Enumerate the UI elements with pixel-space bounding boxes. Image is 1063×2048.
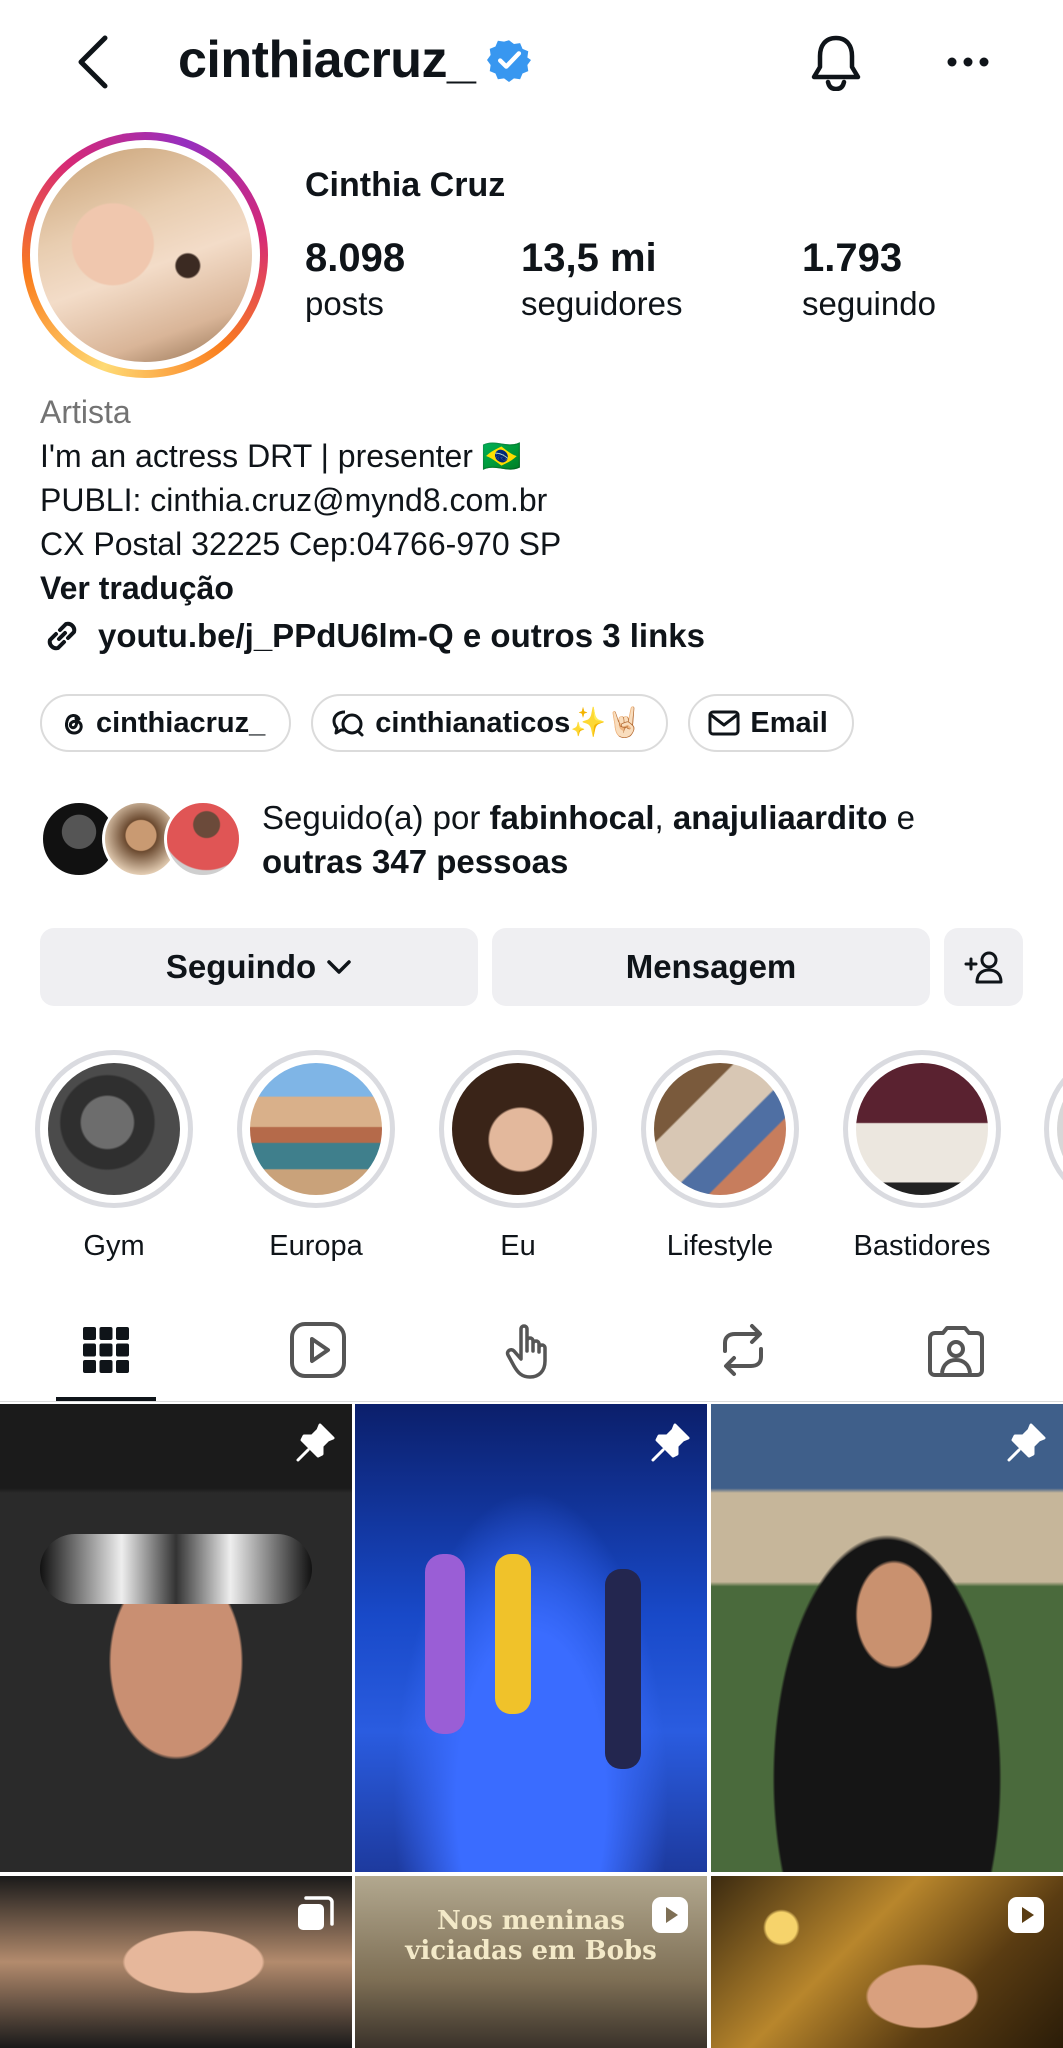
message-button[interactable]: Mensagem: [492, 928, 930, 1006]
verified-badge-icon: [487, 40, 532, 82]
reel-icon: [652, 1897, 688, 1933]
post-thumbnail[interactable]: [711, 1876, 1063, 2048]
bio-category: Artista: [40, 394, 131, 430]
message-button-label: Mensagem: [625, 948, 797, 985]
threads-icon: [65, 714, 83, 735]
tab-reposts[interactable]: [703, 1318, 783, 1382]
mutual-followers-text: Seguido(a) por fabinhocal, anajuliaardit…: [262, 799, 915, 880]
profile-bio: Artista I'm an actress DRT | presenter 🇧…: [40, 390, 1030, 658]
bio-line: I'm an actress DRT | presenter 🇧🇷: [40, 438, 522, 474]
more-icon: [947, 57, 989, 67]
tab-tagged[interactable]: [916, 1318, 996, 1382]
reels-icon: [290, 1322, 346, 1378]
highlight-cover: [654, 1063, 786, 1195]
reposts-icon: [723, 1324, 763, 1376]
following-button[interactable]: Seguindo: [40, 928, 478, 1006]
pinned-icon: [1007, 1423, 1046, 1462]
highlight-bastidores[interactable]: Bastidores: [842, 1050, 1002, 1263]
notifications-button[interactable]: [800, 26, 872, 98]
link-text: youtu.be/j_PPdU6lm-Q e outros 3 links: [98, 617, 705, 654]
email-chip-label: Email: [750, 706, 828, 739]
highlight-label: Bastidores: [853, 1230, 991, 1262]
highlight-cover: [452, 1063, 584, 1195]
highlight-cover: [250, 1063, 382, 1195]
tab-grid[interactable]: [66, 1318, 146, 1382]
reel-icon: [1008, 1897, 1044, 1933]
highlight-label: Eu: [500, 1230, 536, 1262]
post-thumbnail[interactable]: [711, 1404, 1063, 1872]
highlight-gym[interactable]: Gym: [34, 1050, 194, 1263]
mutual-followers[interactable]: Seguido(a) por fabinhocal, anajuliaardit…: [40, 796, 1040, 886]
posts-count: 8.098: [305, 236, 406, 280]
highlight-cover: [48, 1063, 180, 1195]
email-chip[interactable]: Email: [688, 694, 854, 752]
active-tab-indicator: [56, 1397, 156, 1401]
content-tabs: [0, 1300, 1063, 1402]
stat-followers[interactable]: 13,5 mi seguidores: [521, 236, 682, 323]
bio-line: CX Postal 32225 Cep:04766-970 SP: [40, 526, 562, 562]
highlight-partial[interactable]: [1044, 1050, 1063, 1208]
suggest-people-button[interactable]: [944, 928, 1023, 1006]
profile-chips: cinthiacruz_ cinthianaticos✨🤘🏻 Email: [40, 694, 854, 752]
highlight-europa[interactable]: Europa: [236, 1050, 396, 1263]
bio-line: PUBLI: cinthia.cruz@mynd8.com.br: [40, 482, 548, 518]
highlight-lifestyle[interactable]: Lifestyle: [640, 1050, 800, 1263]
stat-following[interactable]: 1.793 seguindo: [802, 236, 936, 323]
profile-actions: Seguindo Mensagem: [40, 928, 1023, 1006]
link-icon: [47, 621, 77, 651]
following-label: seguindo: [802, 285, 936, 322]
posts-label: posts: [305, 285, 384, 322]
post-thumbnail[interactable]: [355, 1404, 707, 1872]
tagged-icon: [928, 1326, 984, 1377]
see-translation-link[interactable]: Ver tradução: [40, 566, 1030, 610]
back-button[interactable]: [62, 28, 122, 96]
mutual-others: outras 347 pessoas: [262, 843, 569, 880]
highlight-cover: [856, 1063, 988, 1195]
mutual-user: fabinhocal: [489, 799, 655, 836]
post-thumbnail[interactable]: [0, 1876, 352, 2048]
threads-chip-label: cinthiacruz_: [96, 706, 266, 739]
top-bar: cinthiacruz_: [0, 0, 1063, 124]
threads-chip[interactable]: cinthiacruz_: [40, 694, 292, 752]
grid-icon: [83, 1327, 129, 1373]
following-count: 1.793: [802, 236, 903, 280]
mutual-avatar: [164, 800, 242, 878]
highlight-label: Gym: [83, 1230, 145, 1262]
pinned-icon: [651, 1423, 690, 1462]
profile-avatar[interactable]: [22, 132, 268, 378]
mail-icon: [708, 710, 740, 736]
community-chip-label: cinthianaticos✨🤘🏻: [375, 707, 643, 739]
highlight-label: Europa: [269, 1230, 363, 1262]
pinned-icon: [296, 1423, 335, 1462]
stat-posts[interactable]: 8.098 posts: [305, 236, 405, 323]
community-chip[interactable]: cinthianaticos✨🤘🏻: [311, 694, 669, 752]
following-button-label: Seguindo: [165, 948, 317, 985]
avatar-photo: [38, 148, 252, 362]
profile-username: cinthiacruz_: [178, 30, 532, 90]
tap-icon: [505, 1324, 547, 1379]
community-chat-icon: [332, 710, 364, 737]
username-text: cinthiacruz_: [178, 31, 476, 89]
more-options-button[interactable]: [930, 26, 1006, 98]
highlight-label: Lifestyle: [666, 1230, 774, 1262]
post-thumbnail[interactable]: [0, 1404, 352, 1872]
post-thumbnail[interactable]: Nos meninas viciadas em Bobs: [355, 1876, 707, 2048]
bell-icon: [811, 35, 861, 91]
bio-external-link[interactable]: youtu.be/j_PPdU6lm-Q e outros 3 links: [40, 614, 1030, 658]
followers-label: seguidores: [521, 285, 683, 322]
carousel-icon: [298, 1896, 334, 1930]
story-highlights: Gym Europa Eu Lifestyle Bastidores: [0, 1050, 1063, 1263]
posts-grid: Nos meninas viciadas em Bobs: [0, 1404, 1063, 2048]
add-person-icon: [964, 951, 1002, 984]
back-arrow-icon: [78, 35, 108, 89]
followers-count: 13,5 mi: [521, 236, 657, 280]
tab-reels[interactable]: [278, 1318, 358, 1382]
tab-interactive[interactable]: [492, 1318, 572, 1382]
mutual-user: anajuliaardito: [672, 799, 888, 836]
highlight-eu[interactable]: Eu: [438, 1050, 598, 1263]
chevron-down-icon: [327, 960, 351, 974]
display-name: Cinthia Cruz: [305, 166, 506, 204]
